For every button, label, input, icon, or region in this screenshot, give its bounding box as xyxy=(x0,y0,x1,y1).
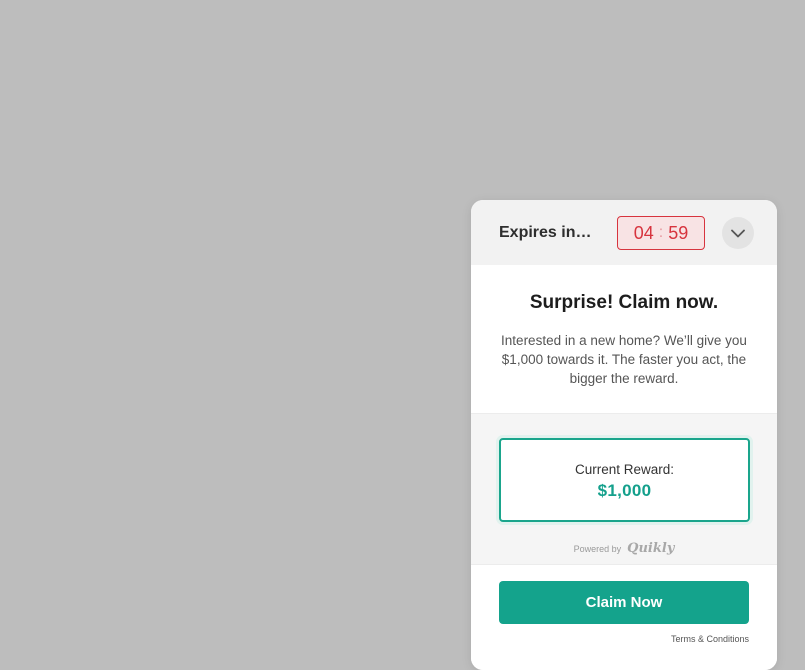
reward-label: Current Reward: xyxy=(574,462,675,477)
cta-section: Claim Now Terms & Conditions xyxy=(471,565,777,670)
powered-by: Powered by Quikly xyxy=(471,541,777,556)
reward-box: Current Reward: $1,000 xyxy=(499,438,750,522)
reward-value: $1,000 xyxy=(597,481,652,500)
timer-minutes: 04 xyxy=(633,222,654,243)
collapse-button[interactable] xyxy=(722,217,754,249)
widget-header: Expires in… 04 : 59 xyxy=(471,200,777,265)
terms-link[interactable]: Terms & Conditions xyxy=(671,634,749,644)
timer-seconds: 59 xyxy=(668,222,689,243)
claim-now-button[interactable]: Claim Now xyxy=(499,581,749,624)
timer-separator: : xyxy=(658,224,664,241)
reward-widget: Expires in… 04 : 59 Surprise! Claim now.… xyxy=(471,200,777,670)
offer-section: Surprise! Claim now. Interested in a new… xyxy=(471,265,777,414)
powered-by-label: Powered by xyxy=(573,543,622,554)
offer-description: Interested in a new home? We’ll give you… xyxy=(501,333,747,386)
chevron-down-icon xyxy=(731,229,745,237)
countdown-timer: 04 : 59 xyxy=(617,216,705,250)
expires-label: Expires in… xyxy=(499,224,592,241)
offer-headline: Surprise! Claim now. xyxy=(529,292,719,313)
reward-section: Current Reward: $1,000 Powered by Quikly xyxy=(471,414,777,565)
quikly-logo: Quikly xyxy=(627,541,675,556)
